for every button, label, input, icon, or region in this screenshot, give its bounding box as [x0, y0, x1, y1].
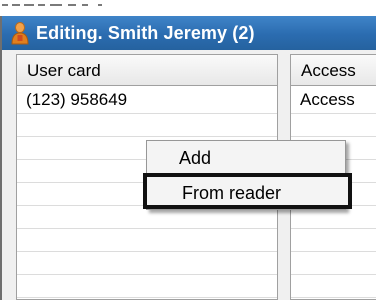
column-header-access[interactable]: Access	[291, 55, 376, 86]
cropped-text-fragment	[24, 4, 34, 6]
user-icon	[10, 21, 30, 45]
table-row[interactable]	[17, 114, 277, 137]
table-row[interactable]	[291, 252, 376, 275]
table-row[interactable]: (123) 958649	[17, 86, 277, 114]
cropped-text-fragment	[38, 4, 45, 6]
cropped-text-fragment	[2, 4, 8, 6]
cropped-text-fragment	[50, 4, 62, 6]
context-menu: Add From reader	[143, 140, 352, 210]
table-row[interactable]	[291, 275, 376, 298]
cropped-text-fragment	[82, 4, 88, 6]
menu-item-add[interactable]: Add	[147, 143, 345, 173]
table-row[interactable]	[17, 252, 277, 275]
window-title: Editing. Smith Jeremy (2)	[36, 22, 255, 43]
table-row[interactable]: Access	[291, 86, 376, 114]
column-header-user-card[interactable]: User card	[17, 55, 277, 86]
menu-item-from-reader[interactable]: From reader	[143, 173, 352, 209]
cropped-text-fragment	[98, 4, 102, 6]
window-title-bar[interactable]: Editing. Smith Jeremy (2)	[2, 16, 376, 50]
table-row[interactable]	[291, 229, 376, 252]
table-row[interactable]	[17, 229, 277, 252]
cropped-text-fragment	[12, 4, 20, 6]
table-row[interactable]	[17, 275, 277, 298]
cropped-text-fragment	[68, 4, 76, 6]
top-cropped-strip	[0, 0, 376, 16]
table-row[interactable]	[291, 114, 376, 137]
